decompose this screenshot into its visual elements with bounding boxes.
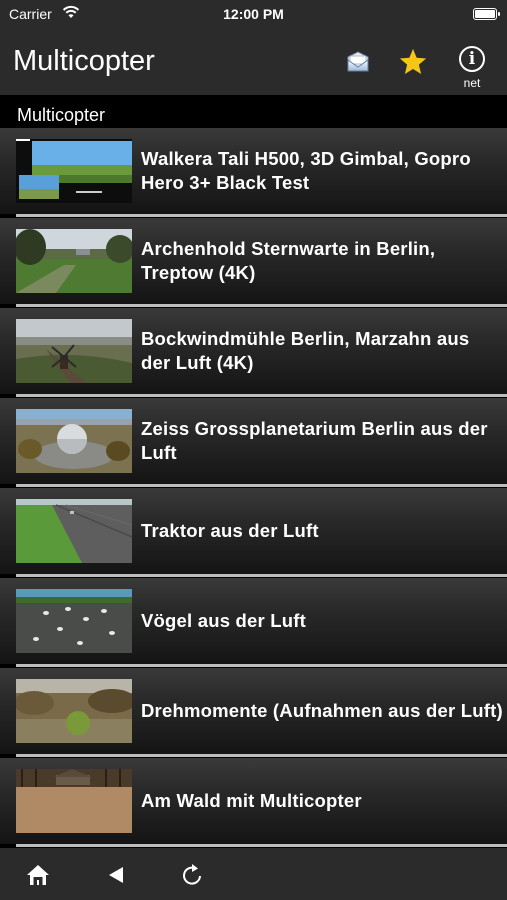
list-item[interactable]: Am Wald mit Multicopter [0, 758, 507, 848]
divider [16, 394, 507, 397]
home-icon[interactable] [23, 860, 53, 890]
list-item[interactable]: Vögel aus der Luft [0, 578, 507, 668]
list-item[interactable]: Archenhold Sternwarte in Berlin, Treptow… [0, 218, 507, 308]
list-item[interactable]: Traktor aus der Luft [0, 488, 507, 578]
list-item-title: Vögel aus der Luft [141, 610, 306, 631]
divider [16, 304, 507, 307]
list-item-title: Bockwindmühle Berlin, Marzahn aus der Lu… [141, 328, 470, 373]
info-sub-label: net [463, 76, 481, 90]
back-icon[interactable] [101, 860, 131, 890]
status-bar: Carrier 12:00 PM [0, 0, 507, 30]
divider [16, 484, 507, 487]
status-time: 12:00 PM [223, 6, 284, 22]
list-item-title: Traktor aus der Luft [141, 520, 319, 541]
divider [16, 664, 507, 667]
list-item[interactable]: Walkera Tali H500, 3D Gimbal, Gopro Hero… [0, 128, 507, 218]
nav-bar: Multicopter i net [0, 30, 507, 95]
star-icon[interactable] [397, 46, 429, 78]
info-icon[interactable]: i net [457, 46, 487, 90]
list-item[interactable]: Drehmomente (Aufnahmen aus der Luft) [0, 668, 507, 758]
reload-icon[interactable] [177, 860, 207, 890]
page-title: Multicopter [13, 45, 155, 77]
info-glyph: i [459, 46, 485, 72]
list-item-title: Am Wald mit Multicopter [141, 790, 362, 811]
thumb-park-trees [16, 229, 132, 293]
thumb-windmill [16, 319, 132, 383]
list-item-title: Drehmomente (Aufnahmen aus der Luft) [141, 700, 503, 721]
list-item-title: Archenhold Sternwarte in Berlin, Treptow… [141, 238, 436, 283]
thumb-forest-edge [16, 769, 132, 833]
section-title: Multicopter [17, 105, 106, 125]
thumb-screen-test [16, 139, 132, 203]
section-header: Multicopter [0, 95, 507, 128]
battery-icon [473, 8, 500, 20]
divider [16, 214, 507, 217]
bottom-toolbar [0, 848, 507, 900]
video-list: Walkera Tali H500, 3D Gimbal, Gopro Hero… [0, 128, 507, 848]
share-icon[interactable] [344, 48, 372, 76]
divider [16, 754, 507, 757]
list-item-title: Zeiss Grossplanetarium Berlin aus der Lu… [141, 418, 488, 463]
divider [16, 844, 507, 847]
thumb-field [16, 499, 132, 563]
list-item[interactable]: Bockwindmühle Berlin, Marzahn aus der Lu… [0, 308, 507, 398]
list-item-title: Walkera Tali H500, 3D Gimbal, Gopro Hero… [141, 148, 471, 193]
thumb-planetarium [16, 409, 132, 473]
list-item[interactable]: Zeiss Grossplanetarium Berlin aus der Lu… [0, 398, 507, 488]
thumb-autumn-field [16, 679, 132, 743]
thumb-birds [16, 589, 132, 653]
divider [16, 574, 507, 577]
